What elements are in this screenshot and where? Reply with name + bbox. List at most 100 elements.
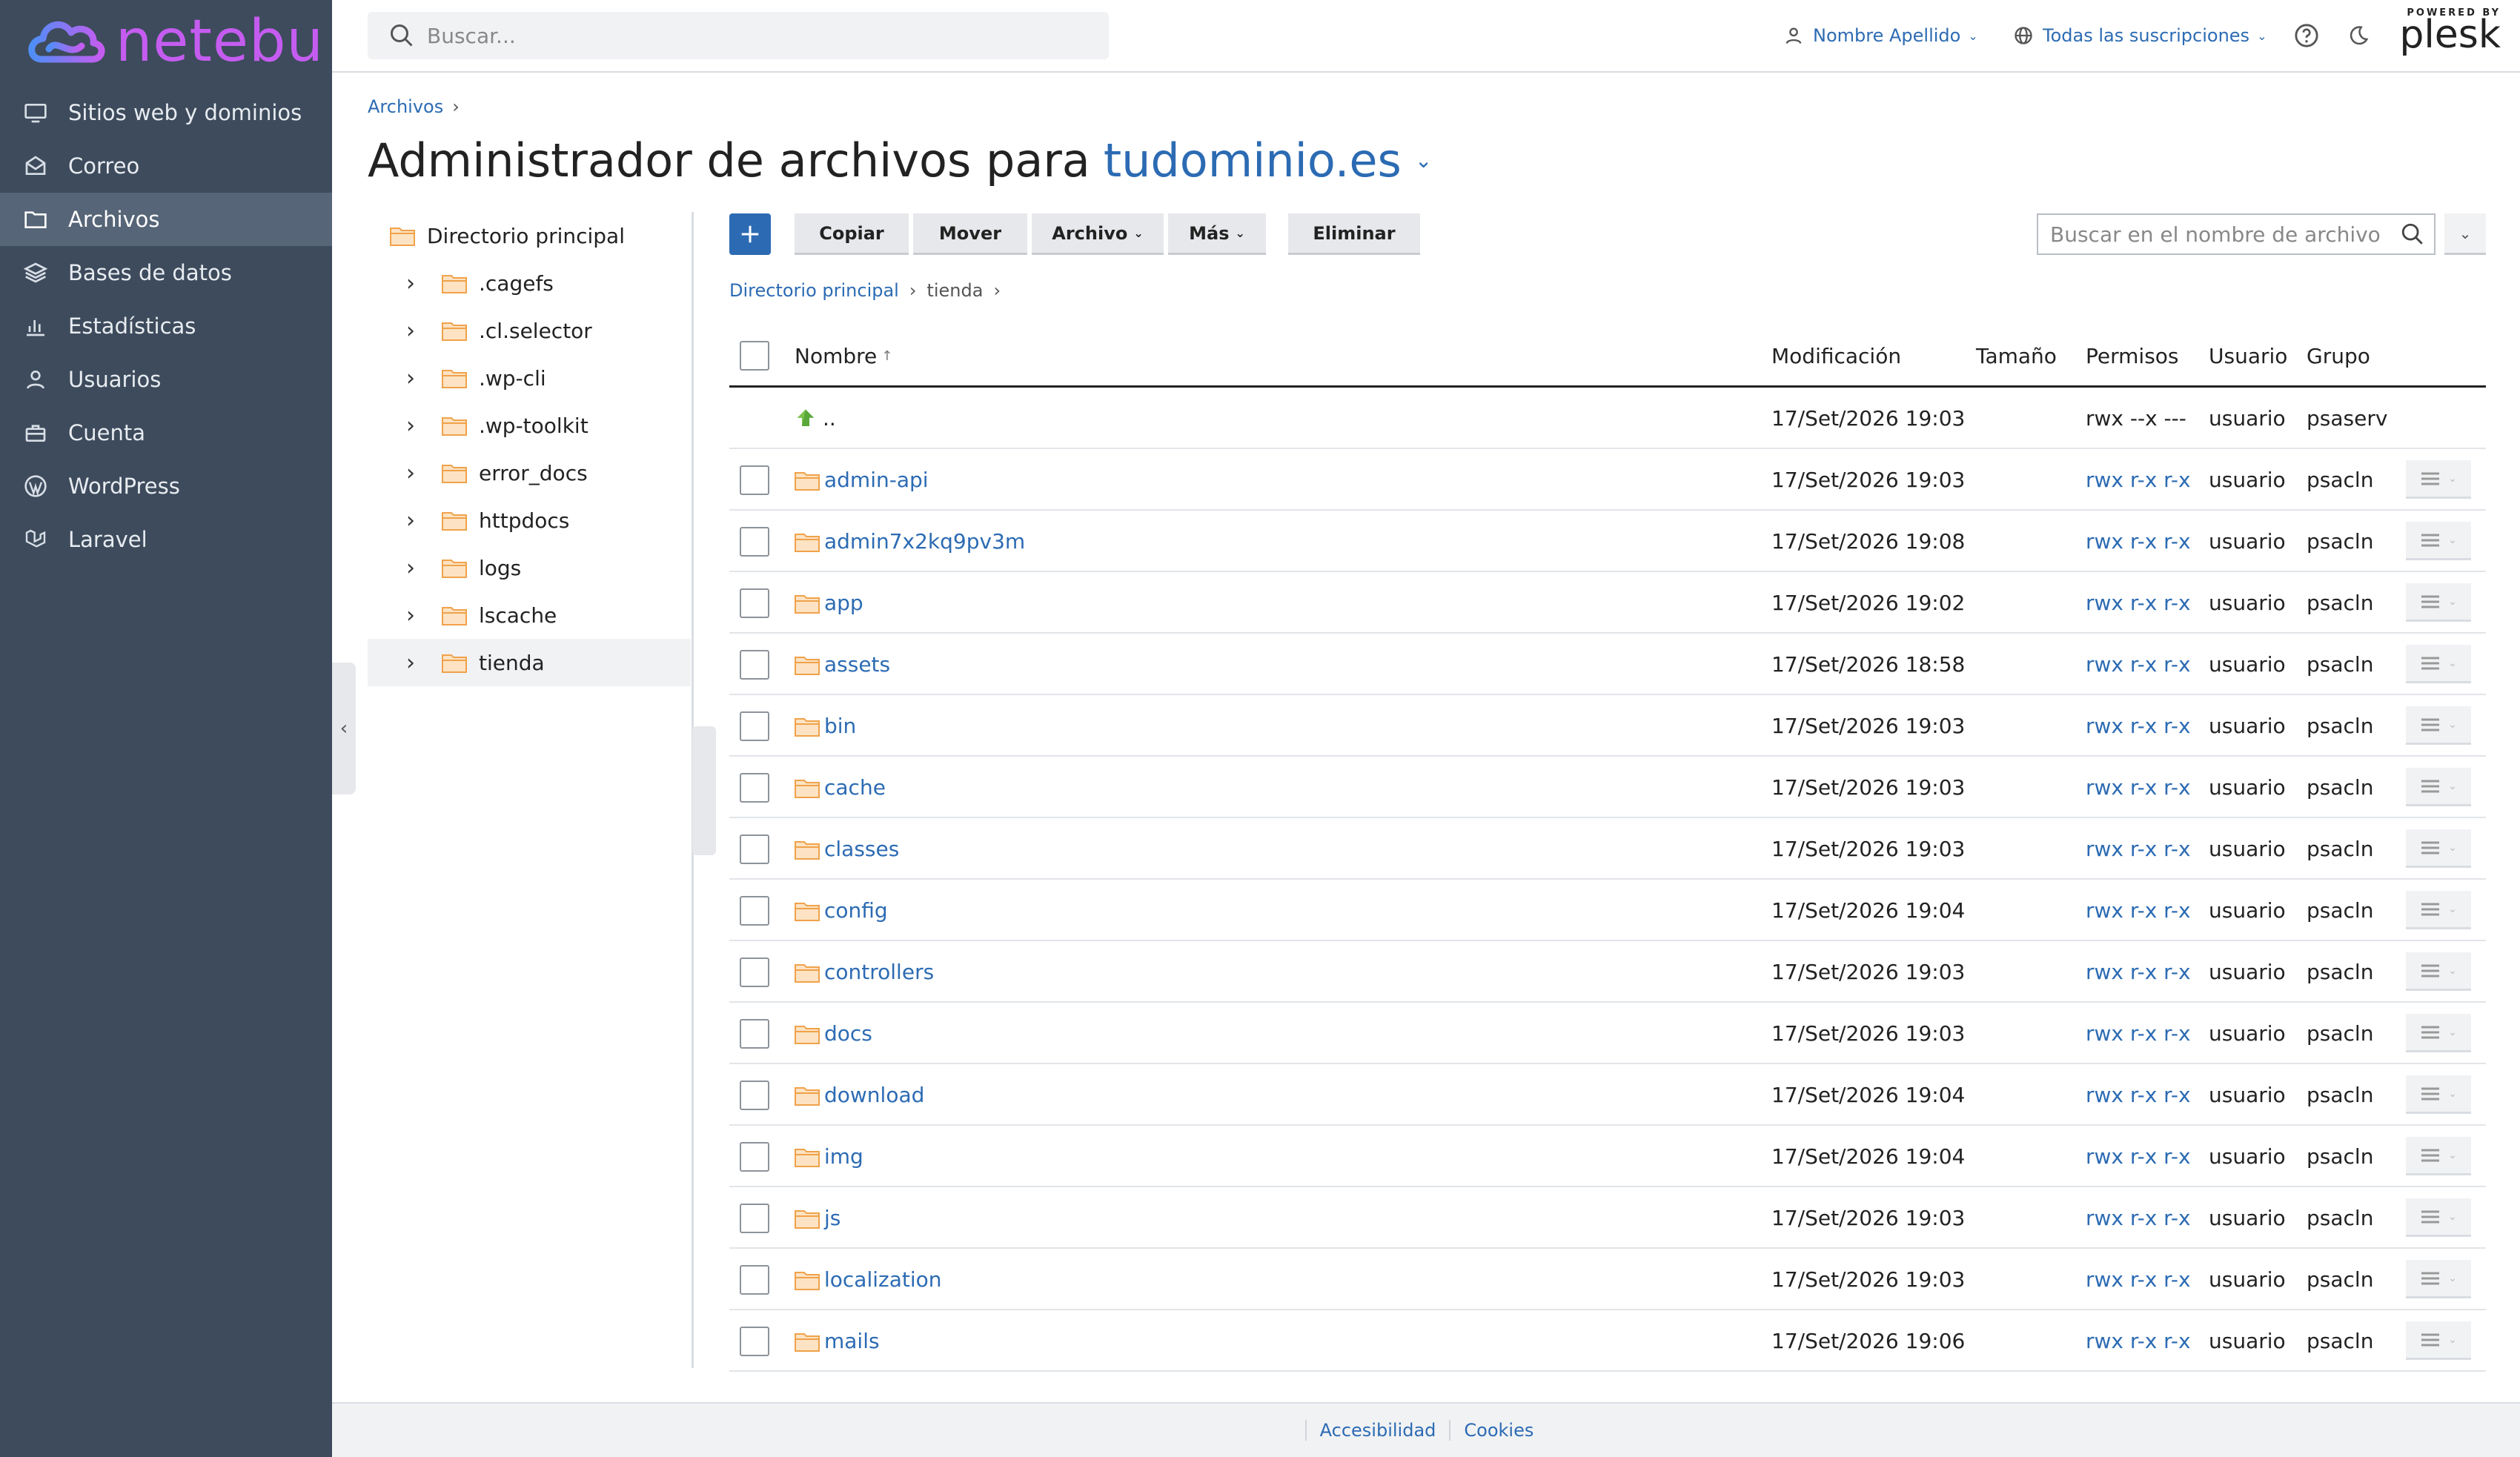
sidebar-item-archivos[interactable]: Archivos bbox=[0, 193, 332, 246]
tree-root[interactable]: Directorio principal bbox=[368, 212, 691, 259]
permissions-link[interactable]: rwx r-x r-x bbox=[2086, 1187, 2191, 1249]
row-actions-button[interactable]: ⌄ bbox=[2406, 1075, 2471, 1114]
domain-selector[interactable]: tudominio.es bbox=[1104, 133, 1402, 187]
column-user[interactable]: Usuario bbox=[2209, 326, 2287, 385]
file-name-link[interactable]: js bbox=[824, 1187, 840, 1249]
row-checkbox[interactable] bbox=[740, 572, 769, 634]
tree-item[interactable]: › .cagefs bbox=[368, 259, 691, 307]
table-row[interactable]: assets 17/Set/2026 18:58 rwx r-x r-x usuari… bbox=[729, 634, 2486, 695]
row-actions-button[interactable]: ⌄ bbox=[2406, 1321, 2471, 1360]
table-row[interactable]: docs 17/Set/2026 19:03 rwx r-x r-x usuario p… bbox=[729, 1003, 2486, 1064]
file-name-link[interactable]: admin7x2kq9pv3m bbox=[824, 511, 1025, 572]
row-checkbox[interactable] bbox=[740, 1064, 769, 1126]
row-actions-button[interactable]: ⌄ bbox=[2406, 891, 2471, 929]
sidebar-item-correo[interactable]: Correo bbox=[0, 139, 332, 193]
file-name-link[interactable]: assets bbox=[824, 634, 890, 695]
copy-button[interactable]: Copiar bbox=[795, 213, 909, 255]
permissions-link[interactable]: rwx r-x r-x bbox=[2086, 511, 2191, 572]
permissions-link[interactable]: rwx r-x r-x bbox=[2086, 1310, 2191, 1372]
row-actions-button[interactable]: ⌄ bbox=[2406, 1014, 2471, 1052]
checkbox[interactable] bbox=[740, 588, 769, 618]
table-row[interactable]: config 17/Set/2026 19:04 rwx r-x r-x usuari… bbox=[729, 880, 2486, 941]
checkbox[interactable] bbox=[740, 895, 769, 926]
table-row[interactable]: app 17/Set/2026 19:02 rwx r-x r-x usuario ps… bbox=[729, 572, 2486, 634]
file-name-link[interactable]: localization bbox=[824, 1249, 942, 1310]
table-row[interactable]: classes 17/Set/2026 19:03 rwx r-x r-x usuar… bbox=[729, 818, 2486, 880]
column-group[interactable]: Grupo bbox=[2307, 326, 2370, 385]
file-name-link[interactable]: config bbox=[824, 880, 888, 941]
permissions-link[interactable]: rwx r-x r-x bbox=[2086, 1249, 2191, 1310]
tree-item[interactable]: › .wp-cli bbox=[368, 354, 691, 402]
subscriptions-menu[interactable]: Todas las suscripciones ⌄ bbox=[2013, 18, 2267, 53]
file-name-link[interactable]: cache bbox=[824, 757, 886, 818]
select-all-checkbox[interactable] bbox=[740, 326, 769, 385]
chevron-right-icon[interactable]: › bbox=[406, 271, 424, 296]
more-menu-button[interactable]: Más ⌄ bbox=[1168, 213, 1266, 255]
row-actions-button[interactable]: ⌄ bbox=[2406, 1198, 2471, 1237]
checkbox[interactable] bbox=[740, 1264, 769, 1295]
chevron-right-icon[interactable]: › bbox=[406, 318, 424, 344]
sidebar-item-wordpress[interactable]: WordPress bbox=[0, 459, 332, 513]
file-name-link[interactable]: classes bbox=[824, 818, 899, 880]
column-name[interactable]: Nombre ↑ bbox=[795, 326, 892, 385]
checkbox[interactable] bbox=[740, 341, 769, 371]
checkbox[interactable] bbox=[740, 1080, 769, 1110]
file-name-link[interactable]: admin-api bbox=[824, 449, 929, 511]
permissions-link[interactable]: rwx r-x r-x bbox=[2086, 572, 2191, 634]
user-menu[interactable]: Nombre Apellido ⌄ bbox=[1783, 18, 1978, 53]
checkbox[interactable] bbox=[740, 526, 769, 557]
column-size[interactable]: Tamaño bbox=[1976, 326, 2057, 385]
delete-button[interactable]: Eliminar bbox=[1288, 213, 1420, 255]
chevron-down-icon[interactable]: ⌄ bbox=[1415, 148, 1432, 173]
table-row[interactable]: img 17/Set/2026 19:04 rwx r-x r-x usuario ps… bbox=[729, 1126, 2486, 1187]
checkbox[interactable] bbox=[740, 957, 769, 987]
permissions-link[interactable]: rwx r-x r-x bbox=[2086, 941, 2191, 1003]
tree-item[interactable]: › tienda bbox=[368, 639, 691, 686]
tree-item[interactable]: › error_docs bbox=[368, 449, 691, 497]
file-menu-button[interactable]: Archivo ⌄ bbox=[1032, 213, 1164, 255]
table-row[interactable]: download 17/Set/2026 19:04 rwx r-x r-x usua… bbox=[729, 1064, 2486, 1126]
help-icon[interactable] bbox=[2292, 21, 2321, 50]
row-checkbox[interactable] bbox=[740, 1126, 769, 1187]
checkbox[interactable] bbox=[740, 711, 769, 741]
row-checkbox[interactable] bbox=[740, 818, 769, 880]
column-modified[interactable]: Modificación bbox=[1771, 326, 1901, 385]
sidebar-item-cuenta[interactable]: Cuenta bbox=[0, 406, 332, 459]
checkbox[interactable] bbox=[740, 649, 769, 680]
row-checkbox[interactable] bbox=[740, 880, 769, 941]
tree-item[interactable]: › .cl.selector bbox=[368, 307, 691, 354]
chevron-right-icon[interactable]: › bbox=[406, 460, 424, 486]
table-row[interactable]: js 17/Set/2026 19:03 rwx r-x r-x usuario psa… bbox=[729, 1187, 2486, 1249]
checkbox[interactable] bbox=[740, 1326, 769, 1356]
tree-item[interactable]: › logs bbox=[368, 544, 691, 591]
row-actions-button[interactable]: ⌄ bbox=[2406, 952, 2471, 991]
move-button[interactable]: Mover bbox=[913, 213, 1027, 255]
table-row[interactable]: localization 17/Set/2026 19:03 rwx r-x r-x… bbox=[729, 1249, 2486, 1310]
table-row[interactable]: bin 17/Set/2026 19:03 rwx r-x r-x usuario ps… bbox=[729, 695, 2486, 757]
row-checkbox[interactable] bbox=[740, 1003, 769, 1064]
panel-splitter[interactable] bbox=[692, 726, 716, 855]
row-actions-button[interactable]: ⌄ bbox=[2406, 1137, 2471, 1175]
file-name-link[interactable]: controllers bbox=[824, 941, 934, 1003]
breadcrumb-archivos[interactable]: Archivos bbox=[368, 96, 443, 117]
row-actions-button[interactable]: ⌄ bbox=[2406, 706, 2471, 745]
row-actions-button[interactable]: ⌄ bbox=[2406, 829, 2471, 868]
file-search-input[interactable]: Buscar en el nombre de archivo bbox=[2037, 213, 2436, 255]
path-root-link[interactable]: Directorio principal bbox=[729, 280, 899, 301]
permissions-link[interactable]: rwx r-x r-x bbox=[2086, 449, 2191, 511]
row-actions-button[interactable]: ⌄ bbox=[2406, 460, 2471, 499]
table-row[interactable]: controllers 17/Set/2026 19:03 rwx r-x r-x u… bbox=[729, 941, 2486, 1003]
checkbox[interactable] bbox=[740, 1018, 769, 1049]
chevron-right-icon[interactable]: › bbox=[406, 413, 424, 439]
brand-logo[interactable]: netebu bbox=[27, 10, 324, 73]
permissions-link[interactable]: rwx r-x r-x bbox=[2086, 695, 2191, 757]
checkbox[interactable] bbox=[740, 834, 769, 864]
add-button[interactable] bbox=[729, 213, 771, 255]
row-actions-button[interactable]: ⌄ bbox=[2406, 1260, 2471, 1298]
row-checkbox[interactable] bbox=[740, 757, 769, 818]
chevron-right-icon[interactable]: › bbox=[406, 603, 424, 628]
row-actions-button[interactable]: ⌄ bbox=[2406, 645, 2471, 683]
row-actions-button[interactable]: ⌄ bbox=[2406, 768, 2471, 806]
permissions-link[interactable]: rwx r-x r-x bbox=[2086, 757, 2191, 818]
chevron-right-icon[interactable]: › bbox=[406, 555, 424, 581]
